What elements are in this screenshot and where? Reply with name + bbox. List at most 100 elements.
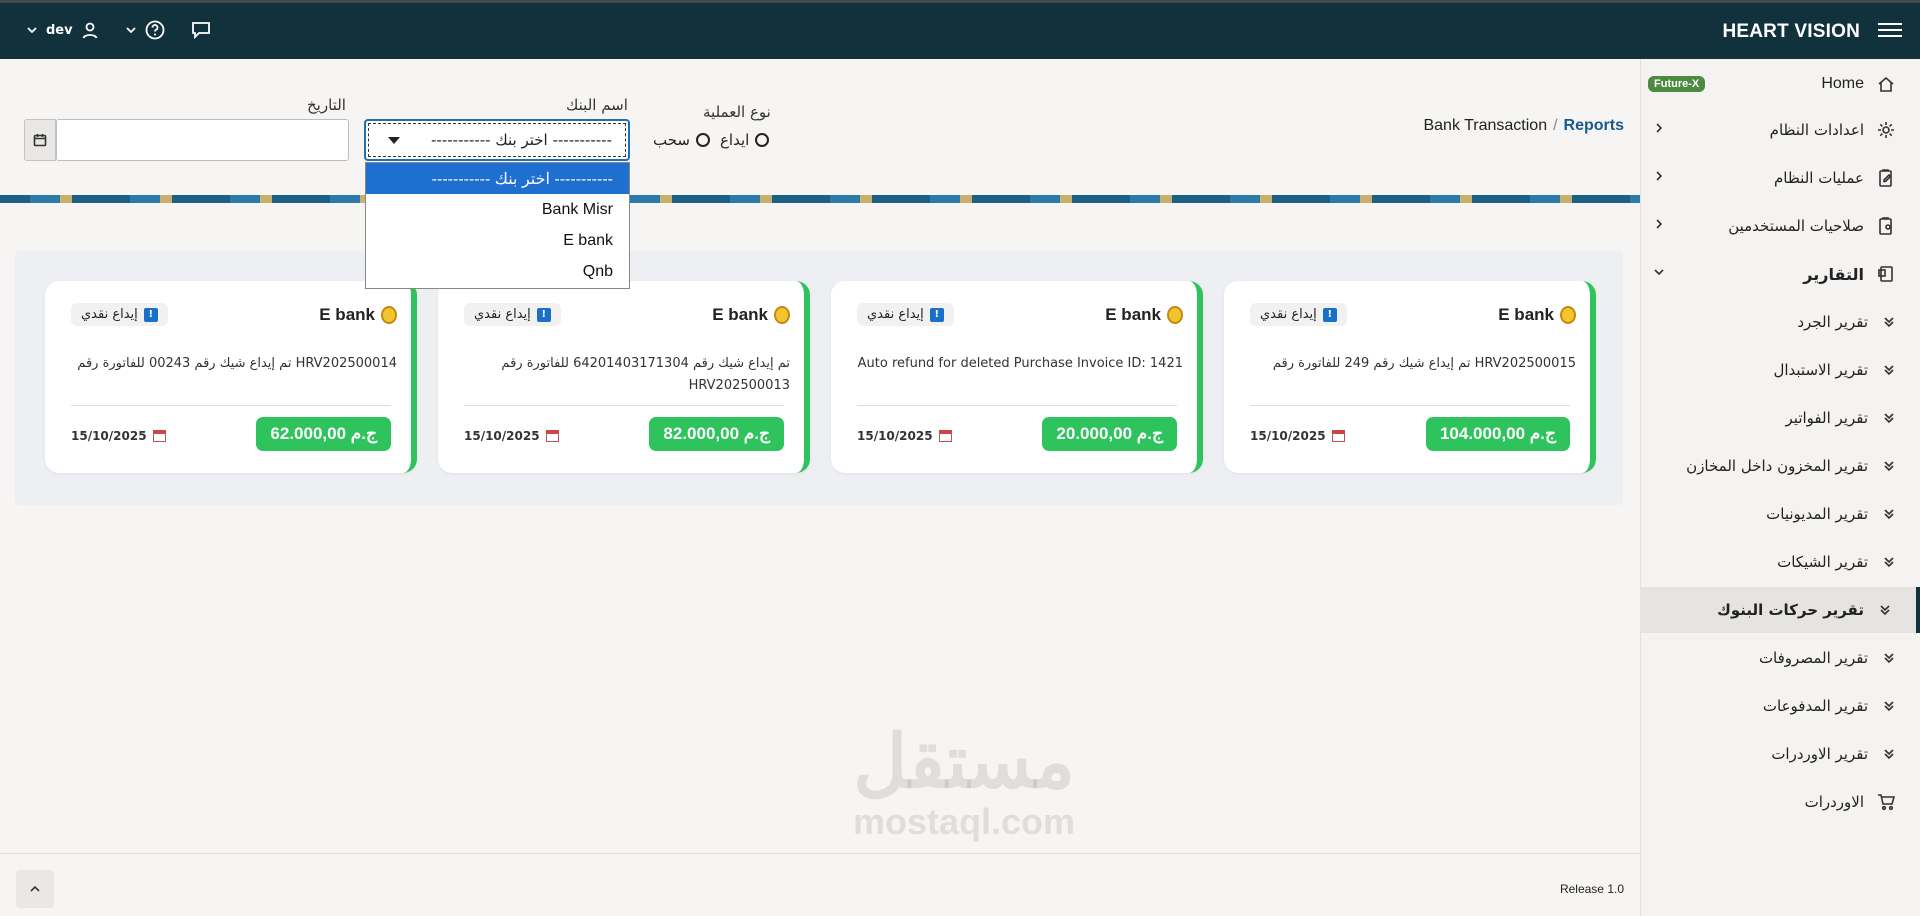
app-brand: HEART VISION	[1722, 21, 1860, 42]
money-bag-icon	[1167, 306, 1183, 324]
card-type-badge: إيداع نقدي!	[464, 303, 561, 326]
bank-select[interactable]: ----------- اختر بنك -----------	[364, 119, 630, 161]
chevron-double-down-icon	[1884, 365, 1894, 376]
bank-option-bank-misr[interactable]: Bank Misr	[366, 194, 629, 225]
sidebar-item-label: Home	[1821, 75, 1864, 92]
card-type-badge: إيداع نقدي!	[71, 303, 168, 326]
bank-select-value: ----------- اختر بنك -----------	[431, 131, 612, 149]
sidebar-item-bank-transactions-report[interactable]: تقرير حركات البنوك	[1640, 587, 1920, 633]
sidebar-item-cheques-report[interactable]: تقرير الشيكات	[1640, 539, 1920, 585]
sidebar-item-exchange-report[interactable]: تقرير الاستبدال	[1640, 347, 1920, 393]
info-icon: !	[143, 307, 158, 322]
sidebar-item-expenses-report[interactable]: تقرير المصروفات	[1640, 635, 1920, 681]
sidebar-item-home[interactable]: Future-X Home	[1640, 61, 1920, 107]
decorative-banner-strip	[0, 195, 1640, 203]
card-date: 15/10/2025	[1250, 429, 1345, 443]
chevron-double-down-icon	[1884, 317, 1894, 328]
sidebar-item-orders[interactable]: الاوردرات	[1640, 779, 1920, 825]
calendar-icon	[545, 430, 559, 442]
user-name[interactable]: dev	[46, 23, 73, 38]
card-type-badge: إيداع نقدي!	[1250, 303, 1347, 326]
sidebar-item-payments-report[interactable]: تقرير المدفوعات	[1640, 683, 1920, 729]
transaction-card: E bank إيداع نقدي! تم إيداع شيك رقم 249 …	[1224, 281, 1596, 473]
toolbar-tools: dev	[26, 20, 211, 40]
transaction-card: E bank إيداع نقدي! Auto refund for delet…	[831, 281, 1203, 473]
card-amount: 20.000,00 ج.م	[1042, 417, 1177, 451]
sidebar-item-reports[interactable]: التقارير	[1640, 251, 1920, 297]
bank-option-e-bank[interactable]: E bank	[366, 225, 629, 256]
sidebar-item-orders-report[interactable]: تقرير الاوردرات	[1640, 731, 1920, 777]
radio-circle-icon[interactable]	[755, 133, 770, 147]
card-type: إيداع نقدي	[1260, 307, 1317, 322]
watermark-arabic: مستقل	[853, 720, 1075, 803]
card-bank: E bank	[712, 305, 790, 325]
top-bar: dev HEART VISION	[0, 0, 1920, 59]
clipboard-user-icon	[1879, 217, 1892, 235]
bank-option-qnb[interactable]: Qnb	[366, 256, 629, 287]
card-description: تم إيداع شيك رقم 64201403171304 للفاتورة…	[501, 356, 790, 393]
withdraw-radio[interactable]: سحب	[653, 131, 710, 149]
chevron-up-icon	[30, 885, 40, 892]
sidebar-item-label: تقرير المديونيات	[1766, 505, 1868, 523]
calendar-icon	[1331, 430, 1345, 442]
user-icon[interactable]	[81, 21, 99, 39]
watermark-english: mostaql.com	[852, 801, 1076, 842]
cart-icon	[1878, 794, 1896, 811]
sidebar-item-label: الاوردرات	[1804, 793, 1864, 811]
chevron-left-icon	[1656, 171, 1663, 181]
card-date: 15/10/2025	[857, 429, 952, 443]
menu-icon[interactable]	[1878, 19, 1902, 41]
card-bank-name: E bank	[712, 305, 768, 324]
release-version: Release 1.0	[1559, 882, 1624, 896]
sidebar-item-label: تقرير الشيكات	[1777, 553, 1868, 571]
deposit-radio[interactable]: ايداع	[720, 131, 770, 149]
money-bag-icon	[381, 306, 397, 324]
sidebar-item-user-permissions[interactable]: صلاحيات المستخدمين	[1640, 203, 1920, 249]
divider	[71, 405, 391, 406]
breadcrumb-reports-link[interactable]: Reports	[1564, 117, 1624, 134]
sidebar-item-inventory-report[interactable]: تقرير الجرد	[1640, 299, 1920, 345]
sidebar-item-system-operations[interactable]: عمليات النظام	[1640, 155, 1920, 201]
chevron-down-icon[interactable]	[26, 24, 38, 36]
chevron-left-icon	[1656, 123, 1663, 133]
chat-icon[interactable]	[191, 21, 211, 39]
card-date-text: 15/10/2025	[857, 429, 933, 443]
chevron-double-down-icon	[1884, 557, 1894, 568]
info-icon: !	[929, 307, 944, 322]
transaction-card: E bank إيداع نقدي! تم إيداع شيك رقم 0024…	[45, 281, 417, 473]
chevron-down-icon[interactable]	[125, 24, 137, 36]
transaction-card: E bank إيداع نقدي! تم إيداع شيك رقم 6420…	[438, 281, 810, 473]
gear-icon	[1878, 122, 1894, 138]
chevron-double-down-icon	[1884, 749, 1894, 760]
chevron-double-down-icon	[1884, 461, 1894, 472]
sidebar-item-label: تقرير الفواتير	[1785, 409, 1868, 427]
date-label: التاريخ	[307, 96, 346, 114]
card-date-text: 15/10/2025	[1250, 429, 1326, 443]
scroll-top-button[interactable]	[16, 870, 54, 908]
sidebar: Future-X Home اعدادات النظام عمليات النظ…	[1640, 59, 1920, 916]
info-icon: !	[536, 307, 551, 322]
bank-dropdown-list: ----------- اختر بنك ----------- Bank Mi…	[365, 162, 630, 289]
sidebar-item-label: تقرير المصروفات	[1758, 649, 1868, 667]
sidebar-item-debts-report[interactable]: تقرير المديونيات	[1640, 491, 1920, 537]
money-bag-icon	[774, 306, 790, 324]
sidebar-item-system-settings[interactable]: اعدادات النظام	[1640, 107, 1920, 153]
divider	[464, 405, 784, 406]
clipboard-edit-icon	[1879, 169, 1892, 187]
sidebar-item-invoices-report[interactable]: تقرير الفواتير	[1640, 395, 1920, 441]
date-input[interactable]	[56, 119, 349, 161]
help-icon[interactable]	[145, 20, 165, 40]
sidebar-item-label: تقرير الجرد	[1797, 313, 1868, 331]
sidebar-item-stock-report[interactable]: تقرير المخزون داخل المخازن	[1640, 443, 1920, 489]
sidebar-item-label: تقرير الاوردرات	[1771, 745, 1868, 763]
watermark-logo: مستقل mostaql.com	[844, 722, 1084, 842]
calendar-icon	[152, 430, 166, 442]
chevron-double-down-icon	[1884, 653, 1894, 664]
chevron-double-down-icon	[1880, 605, 1890, 616]
card-date-text: 15/10/2025	[71, 429, 147, 443]
card-bank: E bank	[319, 305, 397, 325]
radio-circle-icon[interactable]	[695, 133, 710, 147]
footer: Release 1.0	[0, 853, 1640, 916]
bank-option-placeholder[interactable]: ----------- اختر بنك -----------	[366, 163, 629, 194]
date-picker-button[interactable]	[24, 119, 56, 161]
